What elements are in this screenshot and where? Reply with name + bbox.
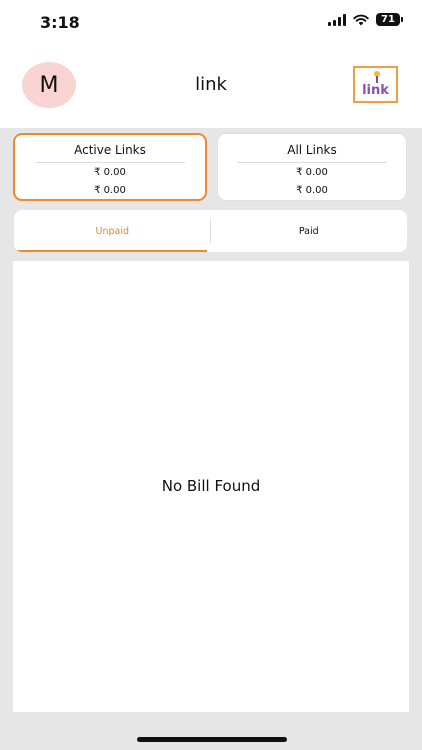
tab-unpaid[interactable]: Unpaid: [14, 210, 211, 252]
link-logo[interactable]: link: [353, 66, 398, 103]
all-links-card[interactable]: All Links ₹ 0.00 ₹ 0.00: [217, 133, 407, 201]
active-links-card[interactable]: Active Links ₹ 0.00 ₹ 0.00: [13, 133, 207, 201]
active-links-value-2: ₹ 0.00: [94, 185, 126, 196]
status-bar: 3:18 71: [0, 0, 422, 44]
tab-divider: [210, 218, 211, 244]
wifi-icon: [353, 14, 369, 25]
active-links-title: Active Links: [74, 143, 146, 157]
card-divider: [238, 162, 386, 163]
active-links-value-1: ₹ 0.00: [94, 167, 126, 178]
app-header: M link link: [0, 44, 422, 128]
cellular-signal-icon: [328, 13, 346, 26]
all-links-value-2: ₹ 0.00: [296, 185, 328, 196]
status-icons: 71: [328, 13, 403, 26]
status-time: 3:18: [40, 13, 80, 32]
logo-label: link: [362, 83, 389, 98]
battery-icon: 71: [376, 13, 403, 26]
all-links-value-1: ₹ 0.00: [296, 167, 328, 178]
bill-status-tabs: Unpaid Paid: [14, 210, 407, 252]
empty-state-message: No Bill Found: [161, 477, 261, 495]
pin-stem: [376, 76, 378, 83]
home-indicator[interactable]: [137, 737, 287, 742]
all-links-title: All Links: [287, 143, 337, 157]
bill-list: No Bill Found: [13, 261, 409, 712]
tab-paid[interactable]: Paid: [211, 210, 408, 252]
card-divider: [35, 162, 185, 163]
